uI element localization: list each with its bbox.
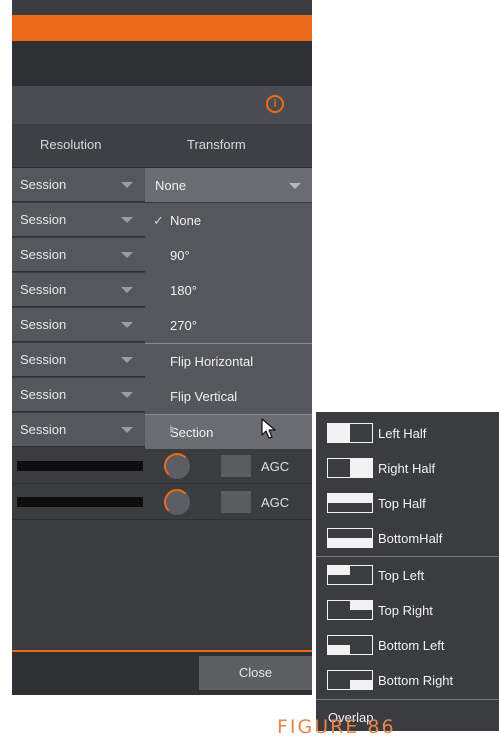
toolbar-area: [12, 41, 312, 86]
submenu-divider: [316, 699, 499, 700]
resolution-select[interactable]: Session: [12, 343, 145, 377]
submenu-divider: [316, 556, 499, 557]
audio-row: AGC: [12, 485, 312, 520]
submenu-item-right-half[interactable]: Right Half: [316, 451, 499, 485]
submenu-item-bottom-half[interactable]: BottomHalf: [316, 521, 499, 555]
menu-item-flip-vertical[interactable]: Flip Vertical: [145, 379, 312, 413]
submenu-item-label: Right Half: [378, 461, 436, 476]
submenu-item-label: BottomHalf: [378, 531, 443, 546]
chevron-right-icon: [170, 425, 175, 433]
submenu-item-bottom-right[interactable]: Bottom Right: [316, 663, 499, 697]
audio-meter: [17, 497, 143, 507]
menu-item-270[interactable]: 270°: [145, 308, 312, 342]
resolution-value: Session: [20, 212, 67, 227]
top-right-icon: [327, 600, 373, 620]
menu-item-none[interactable]: ✓ None: [145, 203, 312, 237]
audio-row: AGC: [12, 449, 312, 484]
gain-knob[interactable]: [164, 453, 190, 479]
menu-item-90[interactable]: 90°: [145, 238, 312, 272]
top-left-icon: [327, 565, 373, 585]
resolution-value: Session: [20, 352, 67, 367]
chevron-down-icon: [121, 182, 133, 188]
resolution-select[interactable]: Session: [12, 238, 145, 272]
agc-label: AGC: [261, 495, 290, 510]
agc-checkbox[interactable]: [221, 491, 251, 513]
menu-item-label: 90°: [170, 248, 190, 263]
chevron-down-icon: [289, 183, 301, 189]
top-half-icon: [327, 493, 373, 513]
submenu-item-label: Bottom Left: [378, 638, 445, 653]
menu-item-section[interactable]: Section: [145, 415, 312, 449]
gain-knob[interactable]: [164, 489, 190, 515]
menu-item-flip-horizontal[interactable]: Flip Horizontal: [145, 344, 312, 378]
agc-checkbox[interactable]: [221, 455, 251, 477]
resolution-select[interactable]: Session: [12, 168, 145, 202]
left-half-icon: [327, 423, 373, 443]
resolution-select[interactable]: Session: [12, 273, 145, 307]
resolution-select[interactable]: Session: [12, 308, 145, 342]
resolution-select[interactable]: Session: [12, 413, 145, 447]
submenu-item-top-left[interactable]: Top Left: [316, 558, 499, 592]
resolution-value: Session: [20, 177, 67, 192]
menu-item-label: Flip Horizontal: [170, 354, 254, 369]
checkmark-icon: ✓: [153, 213, 164, 228]
close-button[interactable]: Close: [199, 656, 312, 690]
menu-item-label: None: [170, 213, 202, 228]
transform-select[interactable]: None: [145, 168, 312, 202]
column-header-resolution: Resolution: [40, 137, 102, 152]
info-icon[interactable]: i: [266, 95, 284, 113]
bottom-half-icon: [327, 528, 373, 548]
resolution-value: Session: [20, 387, 67, 402]
title-accent-bar: [12, 15, 312, 41]
submenu-item-label: Top Half: [378, 496, 426, 511]
menu-item-label: 270°: [170, 318, 197, 333]
mouse-cursor-icon: [261, 418, 276, 439]
resolution-select[interactable]: Session: [12, 378, 145, 412]
chevron-down-icon: [121, 217, 133, 223]
chevron-down-icon: [121, 357, 133, 363]
chevron-down-icon: [121, 287, 133, 293]
resolution-select[interactable]: Session: [12, 203, 145, 237]
agc-label: AGC: [261, 459, 290, 474]
menu-item-label: Flip Vertical: [170, 389, 238, 404]
resolution-value: Session: [20, 282, 67, 297]
submenu-item-label: Left Half: [378, 426, 427, 441]
submenu-item-label: Top Right: [378, 603, 433, 618]
menu-item-180[interactable]: 180°: [145, 273, 312, 307]
submenu-item-top-half[interactable]: Top Half: [316, 486, 499, 520]
submenu-item-top-right[interactable]: Top Right: [316, 593, 499, 627]
resolution-value: Session: [20, 317, 67, 332]
resolution-value: Session: [20, 422, 67, 437]
chevron-down-icon: [121, 392, 133, 398]
figure-caption: FIGURE 86: [277, 716, 396, 738]
chevron-down-icon: [121, 252, 133, 258]
chevron-down-icon: [121, 427, 133, 433]
audio-meter: [17, 461, 143, 471]
menu-item-label: 180°: [170, 283, 197, 298]
submenu-item-label: Bottom Right: [378, 673, 454, 688]
submenu-item-left-half[interactable]: Left Half: [316, 416, 499, 450]
submenu-item-label: Top Left: [378, 568, 425, 583]
transform-value: None: [155, 178, 187, 193]
section-submenu: Left Half Right Half Top Half BottomHalf…: [316, 412, 499, 731]
bottom-right-icon: [327, 670, 373, 690]
menu-item-label: Section: [170, 425, 214, 440]
transform-menu: ✓ None 90° 180° 270° Flip Horizontal Fli…: [145, 203, 312, 449]
submenu-item-bottom-left[interactable]: Bottom Left: [316, 628, 499, 662]
chevron-down-icon: [121, 322, 133, 328]
column-header-transform: Transform: [187, 137, 246, 152]
resolution-value: Session: [20, 247, 67, 262]
bottom-left-icon: [327, 635, 373, 655]
right-half-icon: [327, 458, 373, 478]
